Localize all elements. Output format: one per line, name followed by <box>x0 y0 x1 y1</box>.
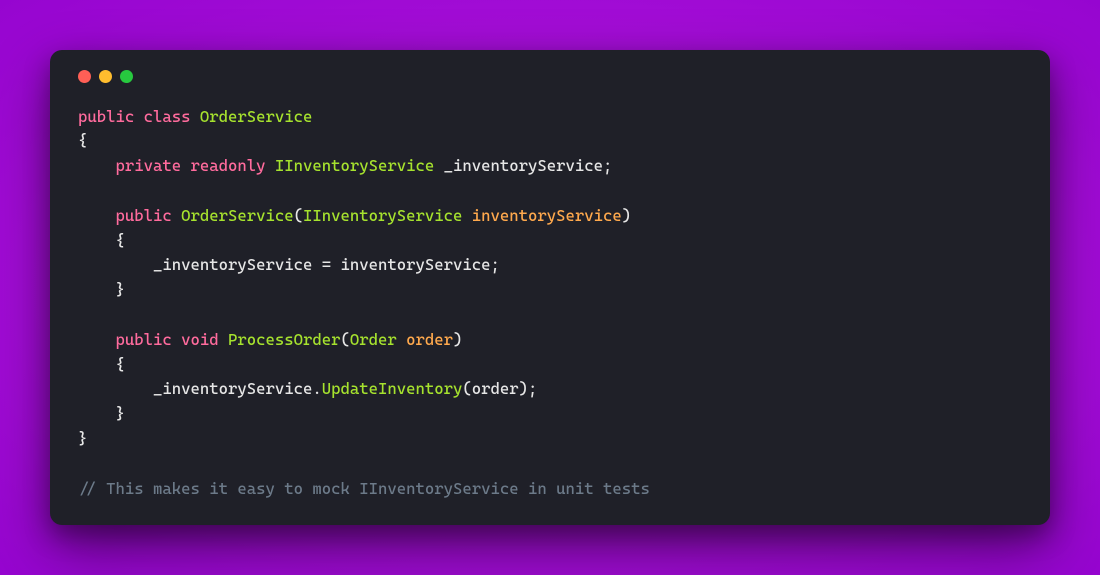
code-token <box>191 107 200 126</box>
code-token <box>462 206 471 225</box>
code-token: } <box>78 429 87 448</box>
code-token: ( <box>341 330 350 349</box>
code-token: ; <box>603 156 612 175</box>
code-token: public <box>116 206 172 225</box>
code-line: { <box>78 355 125 374</box>
code-editor-window: public class OrderService { private read… <box>50 50 1050 526</box>
code-token: . <box>312 379 321 398</box>
code-line: public OrderService(IInventoryService in… <box>78 206 631 225</box>
code-token: readonly <box>191 156 266 175</box>
code-token: { <box>116 355 125 374</box>
code-token <box>266 156 275 175</box>
code-token: OrderService <box>181 206 294 225</box>
maximize-icon[interactable] <box>120 70 133 83</box>
code-token: ; <box>491 255 500 274</box>
code-line: public void ProcessOrder(Order order) <box>78 330 462 349</box>
code-token: ) <box>622 206 631 225</box>
code-line: _inventoryService = inventoryService; <box>78 255 500 274</box>
code-token <box>434 156 443 175</box>
code-line: // This makes it easy to mock IInventory… <box>78 479 650 498</box>
code-line: _inventoryService.UpdateInventory(order)… <box>78 379 537 398</box>
code-token: Order <box>350 330 397 349</box>
code-token <box>134 107 143 126</box>
code-line: private readonly IInventoryService _inve… <box>78 156 612 175</box>
code-token: { <box>78 131 87 150</box>
code-token: public <box>116 330 172 349</box>
code-token: void <box>181 330 219 349</box>
code-token: UpdateInventory <box>322 379 463 398</box>
code-token: private <box>116 156 182 175</box>
code-token: inventoryService <box>341 255 491 274</box>
code-token: ); <box>519 379 538 398</box>
code-line: public class OrderService <box>78 107 312 126</box>
code-token <box>172 206 181 225</box>
code-token: ) <box>453 330 462 349</box>
code-token: ProcessOrder <box>228 330 341 349</box>
code-token: } <box>116 280 125 299</box>
code-token <box>181 156 190 175</box>
close-icon[interactable] <box>78 70 91 83</box>
code-token: = <box>312 255 340 274</box>
code-token: } <box>116 404 125 423</box>
code-token: order <box>406 330 453 349</box>
code-line: } <box>78 404 125 423</box>
code-token: IInventoryService <box>275 156 434 175</box>
code-token: { <box>116 231 125 250</box>
code-token: order <box>472 379 519 398</box>
code-token: IInventoryService <box>303 206 462 225</box>
code-token: _inventoryService <box>444 156 603 175</box>
code-block: public class OrderService { private read… <box>78 105 1022 502</box>
code-token: ( <box>294 206 303 225</box>
code-token <box>397 330 406 349</box>
code-token: _inventoryService <box>153 379 312 398</box>
code-token <box>219 330 228 349</box>
code-token <box>172 330 181 349</box>
code-token: _inventoryService <box>153 255 312 274</box>
code-line: } <box>78 280 125 299</box>
code-token: OrderService <box>200 107 313 126</box>
code-token: class <box>144 107 191 126</box>
code-line: { <box>78 131 87 150</box>
code-token: // This makes it easy to mock IInventory… <box>78 479 650 498</box>
code-line: } <box>78 429 87 448</box>
window-titlebar <box>78 70 1022 83</box>
code-token: inventoryService <box>472 206 622 225</box>
code-line: { <box>78 231 125 250</box>
code-token: ( <box>462 379 471 398</box>
code-token: public <box>78 107 134 126</box>
minimize-icon[interactable] <box>99 70 112 83</box>
